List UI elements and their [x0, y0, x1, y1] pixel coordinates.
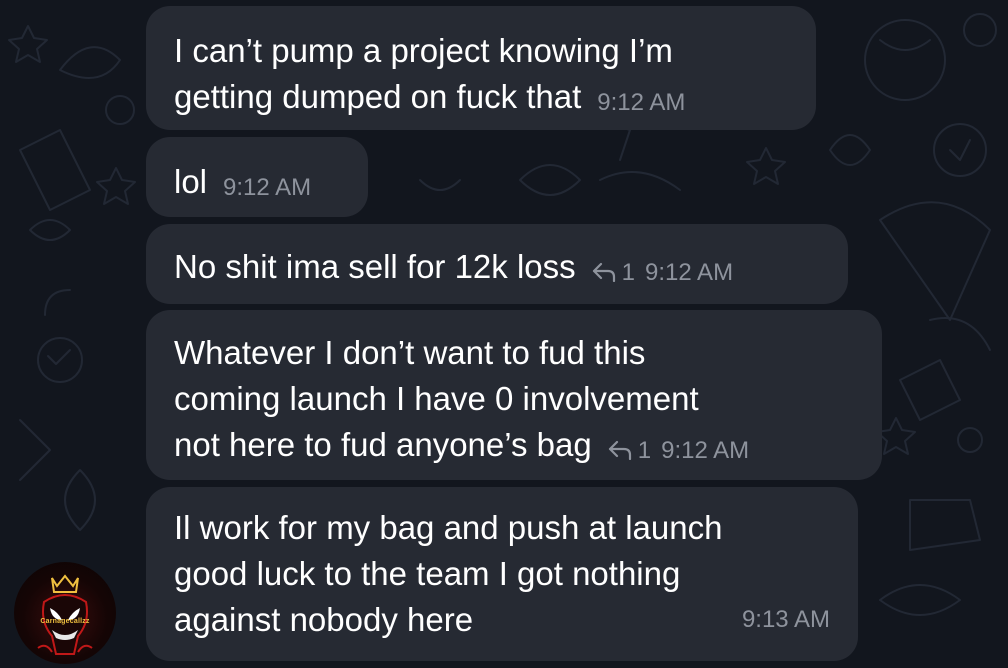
avatar-icon	[37, 574, 93, 655]
reply-count[interactable]: 1	[622, 259, 635, 286]
message-time: 9:13 AM	[741, 606, 830, 633]
message-meta: 1 9:12 AM	[608, 428, 749, 474]
chat-view[interactable]: I can’t pump a project knowing I’m getti…	[0, 0, 1008, 668]
message-time: 9:12 AM	[223, 174, 312, 201]
avatar[interactable]: Carnagecallzz	[14, 562, 116, 664]
reply-arrow-icon[interactable]	[592, 262, 616, 282]
message-bubble[interactable]: Il work for my bag and push at launch go…	[146, 487, 858, 661]
reply-arrow-icon[interactable]	[608, 440, 632, 460]
message-text: No shit ima sell for 12k loss	[174, 248, 576, 285]
message-time: 9:12 AM	[597, 89, 686, 116]
avatar-label: Carnagecallzz	[40, 618, 90, 625]
message-text: lol	[174, 163, 208, 200]
message-time: 9:12 AM	[645, 259, 734, 286]
message-bubble[interactable]: lol 9:12 AM	[146, 137, 368, 217]
message-bubble[interactable]: I can’t pump a project knowing I’m getti…	[146, 6, 816, 130]
message-bubble[interactable]: No shit ima sell for 12k loss 1 9:12 AM	[146, 224, 848, 304]
reply-count[interactable]: 1	[638, 437, 651, 464]
message-meta: 1 9:12 AM	[592, 250, 733, 296]
message-bubble[interactable]: Whatever I don’t want to fud this coming…	[146, 310, 882, 480]
message-time: 9:12 AM	[661, 437, 750, 464]
message-text: Il work for my bag and push at launch go…	[174, 509, 723, 638]
